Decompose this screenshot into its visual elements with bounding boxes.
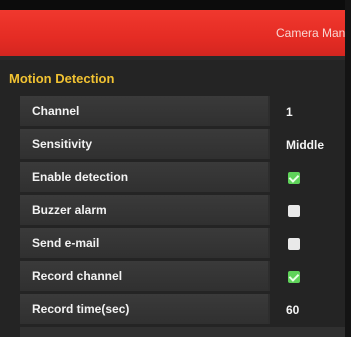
setting-label: Sensitivity	[20, 129, 268, 159]
setting-row-buzzer-alarm[interactable]: Buzzer alarm	[20, 195, 345, 225]
buzzer-alarm-checkbox[interactable]	[288, 205, 300, 217]
checkbox-cell	[270, 261, 345, 291]
setting-row-record-channel[interactable]: Record channel	[20, 261, 345, 291]
sensitivity-dropdown[interactable]: Middle	[270, 129, 345, 159]
section-title: Motion Detection	[9, 71, 115, 86]
settings-list: Channel 1 Sensitivity Middle Enable dete…	[20, 96, 345, 327]
monitor-bezel-top	[0, 0, 351, 10]
setting-label: Record channel	[20, 261, 268, 291]
setting-label: Channel	[20, 96, 268, 126]
setting-row-partial	[20, 327, 345, 337]
channel-value[interactable]: 1	[270, 96, 345, 126]
monitor-bezel-right	[345, 0, 351, 337]
setting-label: Buzzer alarm	[20, 195, 268, 225]
enable-detection-checkbox[interactable]	[288, 172, 300, 184]
setting-label: Record time(sec)	[20, 294, 268, 324]
checkbox-cell	[270, 162, 345, 192]
checkbox-cell	[270, 195, 345, 225]
setting-row-enable-detection[interactable]: Enable detection	[20, 162, 345, 192]
setting-label: Send e-mail	[20, 228, 268, 258]
setting-label: Enable detection	[20, 162, 268, 192]
record-time-input[interactable]: 60	[270, 294, 345, 324]
record-channel-checkbox[interactable]	[288, 271, 300, 283]
setting-row-sensitivity[interactable]: Sensitivity Middle	[20, 129, 345, 159]
send-email-checkbox[interactable]	[288, 238, 300, 250]
title-bar: Camera Man	[0, 10, 345, 56]
setting-row-channel[interactable]: Channel 1	[20, 96, 345, 126]
window-title: Camera Man	[276, 26, 345, 40]
setting-row-record-time[interactable]: Record time(sec) 60	[20, 294, 345, 324]
checkbox-cell	[270, 228, 345, 258]
setting-row-send-email[interactable]: Send e-mail	[20, 228, 345, 258]
